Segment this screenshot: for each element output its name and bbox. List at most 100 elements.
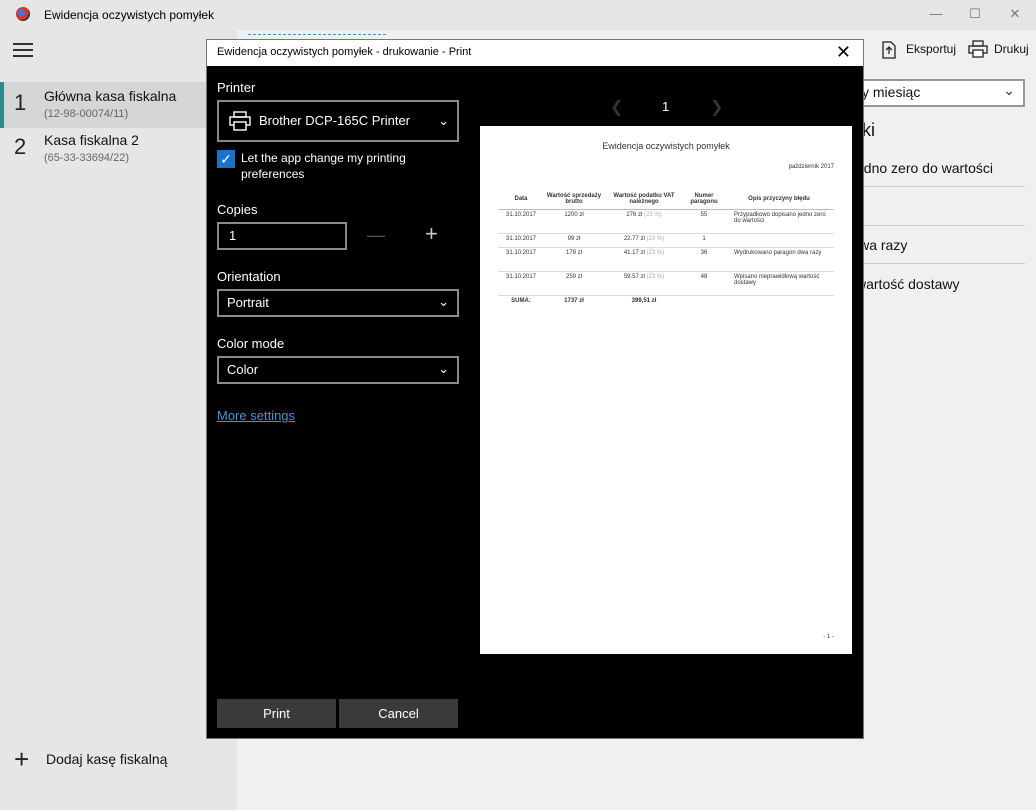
chevron-down-icon: ⌄: [1003, 82, 1015, 98]
table-row: 31.10.2017 99 zł 22.77 zł (23 %) 1: [498, 234, 834, 248]
register-name: Główna kasa fiskalna: [44, 88, 177, 104]
empty-cell: [684, 298, 724, 310]
column-header: Numer paragonu: [690, 192, 718, 205]
cell-vat: 22.77 zł (23 %): [604, 236, 684, 247]
printer-label: Printer: [217, 80, 256, 95]
cell-desc: Przypadkowo dopisano jedno zero do warto…: [734, 212, 826, 224]
dialog-titlebar: Ewidencja oczywistych pomyłek - drukowan…: [207, 40, 863, 66]
color-mode-select[interactable]: Color ⌄: [217, 356, 459, 384]
plus-icon: +: [14, 744, 30, 774]
register-name: Kasa fiskalna 2: [44, 132, 139, 148]
preview-page-footer: - 1 -: [823, 634, 834, 640]
table-row: 31.10.2017 1200 zł 276 zł (23 %) 55 Przy…: [498, 210, 834, 234]
divider: [850, 263, 1025, 264]
export-icon: [880, 40, 900, 59]
cell-date: 31.10.2017: [505, 236, 537, 242]
column-header: Data: [514, 195, 528, 202]
close-window-button[interactable]: ✕: [1005, 4, 1025, 24]
app-title: Ewidencja oczywistych pomyłek: [44, 8, 215, 22]
register-number: 2: [14, 134, 27, 159]
register-number: 1: [14, 90, 27, 115]
cell-vat: 59.57 zł (23 %): [604, 274, 684, 295]
cell-desc: Wydrukowano paragon dwa razy: [734, 250, 822, 256]
cell-gross: 1200 zł: [564, 212, 584, 218]
preview-table-header: Data Wartość sprzedaży brutto Wartość po…: [498, 188, 834, 210]
vat-amount: 22.77 zł: [623, 236, 645, 242]
cell-vat: 276 zł (23 %): [604, 212, 684, 233]
register-item-2[interactable]: 2 Kasa fiskalna 2 (65-33-33694/22): [0, 126, 237, 172]
decrement-copies-button[interactable]: —: [367, 225, 385, 246]
column-header: Wartość podatku VAT należnego: [613, 192, 675, 205]
cell-receipt: 55: [700, 212, 708, 218]
export-button[interactable]: Eksportuj: [880, 38, 956, 60]
cancel-button[interactable]: Cancel: [339, 699, 458, 728]
preview-title: Ewidencja oczywistych pomyłek: [602, 141, 730, 151]
side-panel-row[interactable]: lwa razy: [850, 237, 1025, 253]
more-settings-link[interactable]: More settings: [217, 408, 295, 423]
divider: [850, 225, 1025, 226]
chevron-down-icon: ⌄: [438, 113, 449, 128]
increment-copies-button[interactable]: +: [425, 221, 438, 247]
chevron-right-icon[interactable]: ❯: [710, 97, 723, 117]
app-logo-icon: [16, 7, 30, 21]
printer-icon: [968, 40, 988, 58]
vat-amount: 59.57 zł: [623, 274, 645, 280]
cell-gross: 259 zł: [565, 274, 582, 280]
printer-select[interactable]: Brother DCP-165C Printer ⌄: [217, 100, 459, 142]
add-register-label: Dodaj kasę fiskalną: [46, 751, 168, 767]
hamburger-menu-icon[interactable]: [13, 43, 33, 57]
maximize-button[interactable]: ☐: [965, 4, 985, 24]
register-code: (65-33-33694/22): [44, 152, 130, 164]
vat-rate: (23 %): [644, 212, 662, 218]
print-toolbar-button[interactable]: Drukuj: [968, 38, 1029, 60]
minimize-button[interactable]: —: [926, 4, 946, 24]
vat-amount: 41.17 zł: [623, 250, 645, 256]
cell-gross: 99 zł: [567, 236, 581, 242]
selection-indicator: [0, 82, 4, 128]
column-header: Opis przyczyny błędu: [748, 195, 810, 202]
table-row: 31.10.2017 179 zł 41.17 zł (23 %) 36 Wyd…: [498, 248, 834, 272]
cell-date: 31.10.2017: [505, 274, 537, 280]
vat-amount: 276 zł: [626, 212, 643, 218]
period-select[interactable]: y miesiąc ⌄: [850, 79, 1025, 107]
print-preview-page: Ewidencja oczywistych pomyłek październi…: [480, 126, 852, 654]
close-icon[interactable]: ✕: [836, 42, 851, 62]
orientation-label: Orientation: [217, 269, 281, 284]
focus-dashed-line: [248, 34, 386, 35]
app-titlebar: Ewidencja oczywistych pomyłek — ☐ ✕: [0, 0, 1036, 30]
vat-rate: (23 %): [646, 250, 665, 256]
cell-receipt: 1: [702, 236, 706, 242]
cell-desc: [724, 236, 834, 247]
orientation-select[interactable]: Portrait ⌄: [217, 289, 459, 317]
sum-vat: 399,51 zł: [631, 298, 657, 304]
preview-table: Data Wartość sprzedaży brutto Wartość po…: [498, 188, 834, 310]
chevron-down-icon: ⌄: [438, 294, 449, 309]
side-panel-row[interactable]: edno zero do wartości: [850, 160, 1025, 176]
app-prefs-label: Let the app change my printing preferenc…: [241, 151, 406, 181]
app-prefs-checkbox[interactable]: ✓: [217, 150, 235, 168]
add-register-button[interactable]: + Dodaj kasę fiskalną: [14, 744, 168, 774]
cell-receipt: 36: [700, 250, 708, 256]
divider: [850, 186, 1025, 187]
chevron-down-icon: ⌄: [438, 361, 449, 376]
chevron-left-icon[interactable]: ❮: [610, 97, 623, 117]
table-row: 31.10.2017 259 zł 59.57 zł (23 %) 48 Wpi…: [498, 272, 834, 296]
copies-input[interactable]: 1: [217, 222, 347, 250]
sum-gross: 1737 zł: [564, 298, 584, 304]
vat-rate: (23 %): [646, 236, 665, 242]
side-panel-row[interactable]: wartość dostawy: [850, 276, 1025, 292]
column-header: Wartość sprzedaży brutto: [546, 192, 602, 205]
current-page-number: 1: [662, 99, 670, 114]
print-button[interactable]: Print: [217, 699, 336, 728]
cell-date: 31.10.2017: [505, 212, 537, 218]
orientation-value: Portrait: [227, 295, 269, 310]
sum-row: SUMA: 1737 zł 399,51 zł: [498, 296, 834, 310]
printer-icon: [229, 111, 251, 131]
color-mode-label: Color mode: [217, 336, 285, 351]
period-value: y miesiąc: [862, 84, 921, 100]
register-item-1[interactable]: 1 Główna kasa fiskalna (12-98-00074/11): [0, 82, 237, 128]
vat-rate: (23 %): [646, 274, 665, 280]
cell-receipt: 48: [700, 274, 708, 280]
cell-desc: Wpisano nieprawidłową wartość dostawy: [734, 274, 820, 286]
dialog-title: Ewidencja oczywistych pomyłek - drukowan…: [217, 46, 472, 58]
